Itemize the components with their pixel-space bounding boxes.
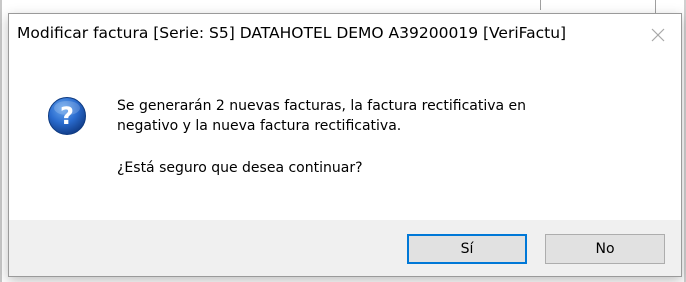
yes-button-label: Sí [460, 241, 474, 257]
background-window-edge [0, 0, 2, 282]
no-button-label: No [595, 241, 615, 257]
close-icon [651, 28, 665, 42]
no-button[interactable]: No [545, 234, 665, 264]
yes-button[interactable]: Sí [407, 234, 527, 264]
svg-text:?: ? [60, 102, 74, 130]
dialog-title: Modificar factura [Serie: S5] DATAHOTEL … [17, 24, 567, 42]
dialog-titlebar[interactable]: Modificar factura [Serie: S5] DATAHOTEL … [9, 14, 681, 56]
background-divider [540, 0, 541, 10]
message-line: negativo y la nueva factura rectificativ… [117, 118, 402, 134]
question-icon: ? [48, 97, 86, 135]
message-dialog: Modificar factura [Serie: S5] DATAHOTEL … [8, 13, 682, 277]
confirmation-question: ¿Está seguro que desea continuar? [117, 160, 363, 176]
message-line: Se generarán 2 nuevas facturas, la factu… [117, 98, 527, 114]
close-button[interactable] [635, 14, 681, 56]
dialog-body: ? Se generarán 2 nuevas facturas, la fac… [9, 56, 681, 220]
dialog-button-bar: Sí No [9, 220, 681, 276]
dialog-message: Se generarán 2 nuevas facturas, la factu… [117, 96, 657, 178]
screen: Modificar factura [Serie: S5] DATAHOTEL … [0, 0, 686, 282]
background-divider [655, 0, 656, 14]
